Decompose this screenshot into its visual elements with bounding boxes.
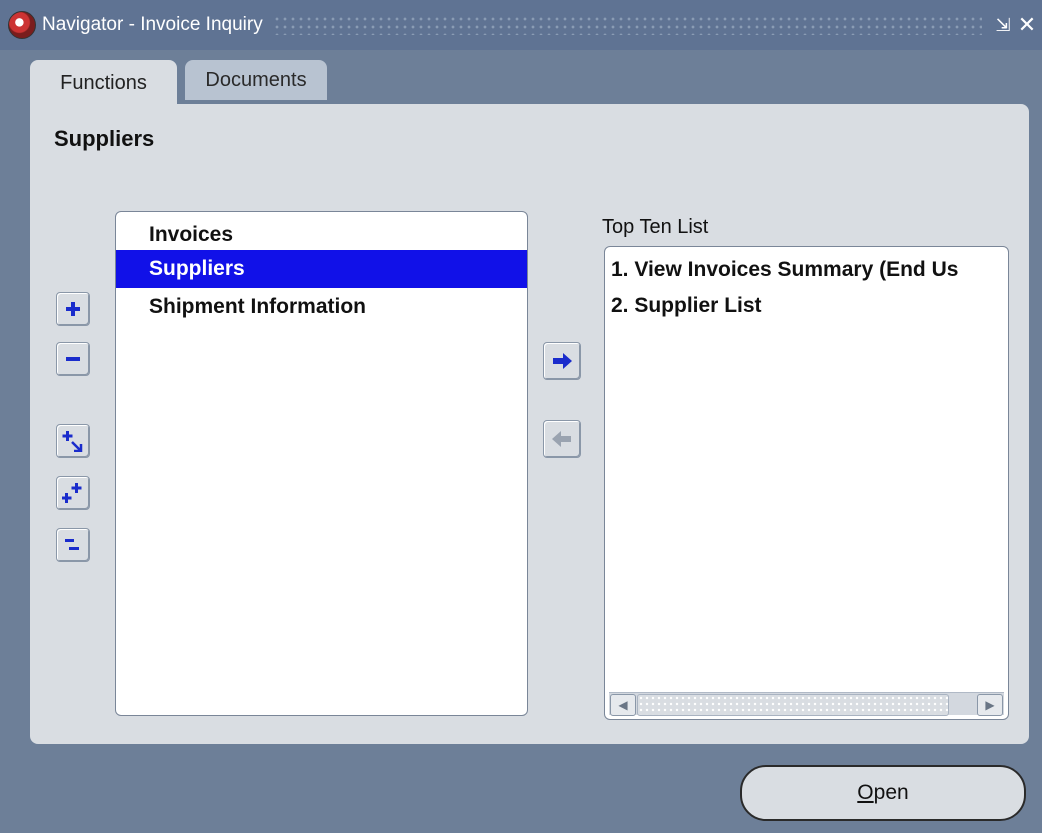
arrow-left-icon bbox=[552, 431, 571, 447]
function-item-suppliers[interactable]: Suppliers bbox=[116, 250, 527, 288]
title-bar-grip[interactable] bbox=[272, 15, 982, 35]
collapse-one-button[interactable] bbox=[56, 342, 90, 376]
function-list[interactable]: Invoices Suppliers Shipment Information bbox=[115, 211, 528, 716]
collapse-all-button[interactable] bbox=[56, 528, 90, 562]
scrollbar-thumb[interactable] bbox=[637, 694, 949, 716]
close-icon[interactable]: ✕ bbox=[1016, 12, 1038, 38]
collapse-all-icon bbox=[65, 539, 79, 550]
window-title: Navigator - Invoice Inquiry bbox=[42, 14, 263, 35]
minus-icon bbox=[66, 357, 80, 361]
function-item-shipment-information[interactable]: Shipment Information bbox=[116, 288, 527, 326]
tab-functions[interactable]: Functions bbox=[30, 60, 177, 106]
horizontal-scrollbar[interactable]: ◀ ▶ bbox=[609, 692, 1004, 716]
expand-branch-icon bbox=[62, 431, 83, 452]
panel-heading: Suppliers bbox=[54, 126, 155, 151]
expand-branch-button[interactable] bbox=[56, 424, 90, 458]
expand-all-icon bbox=[62, 483, 82, 503]
top-ten-item[interactable]: 2. Supplier List bbox=[611, 289, 1008, 323]
tab-documents[interactable]: Documents bbox=[185, 60, 327, 100]
open-button-mnemonic: O bbox=[857, 781, 874, 804]
scroll-left-icon[interactable]: ◀ bbox=[610, 694, 636, 716]
top-ten-label: Top Ten List bbox=[602, 216, 709, 238]
expand-one-button[interactable] bbox=[56, 292, 90, 326]
scroll-right-icon[interactable]: ▶ bbox=[977, 694, 1003, 716]
top-ten-list[interactable]: 1. View Invoices Summary (End Us 2. Supp… bbox=[604, 246, 1009, 720]
remove-from-top-ten-button[interactable] bbox=[543, 420, 581, 458]
title-bar[interactable]: Navigator - Invoice Inquiry ⇲ ✕ bbox=[0, 0, 1042, 50]
arrow-right-icon bbox=[553, 353, 572, 369]
function-item-invoices[interactable]: Invoices bbox=[116, 216, 527, 254]
minimize-icon[interactable]: ⇲ bbox=[992, 15, 1014, 36]
add-to-top-ten-button[interactable] bbox=[543, 342, 581, 380]
top-ten-item[interactable]: 1. View Invoices Summary (End Us bbox=[611, 253, 1008, 287]
expand-all-button[interactable] bbox=[56, 476, 90, 510]
oracle-app-icon bbox=[8, 11, 36, 39]
plus-icon bbox=[66, 302, 80, 316]
functions-panel: Suppliers Invoices Suppliers Shipment In… bbox=[30, 104, 1029, 744]
open-button[interactable]: Open bbox=[740, 765, 1026, 821]
open-button-label: pen bbox=[873, 781, 909, 804]
